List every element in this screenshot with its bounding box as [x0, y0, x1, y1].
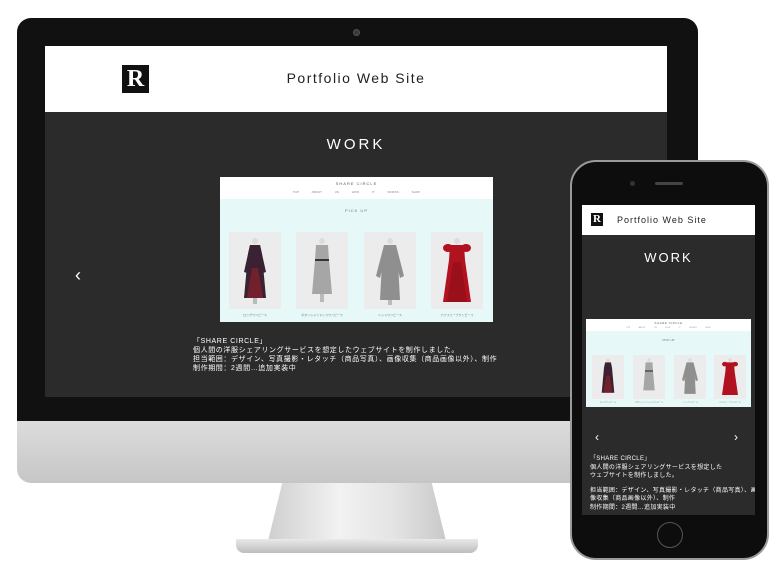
carousel-prev-icon[interactable]: ‹ — [75, 265, 81, 286]
thumbnail-nav-item: ABOUT US — [311, 190, 339, 194]
thumbnail-nav-item: HOW IT WORKS — [351, 190, 399, 194]
mobile-description-scope: 担当範囲：デザイン、写真撮影・レタッチ（商品写真）、画 — [590, 487, 755, 494]
mobile-product-card — [674, 355, 706, 399]
mobile-carousel-next-icon[interactable]: › — [734, 430, 738, 444]
dress-icon — [312, 238, 332, 302]
description-summary: 個人間の洋服シェアリングサービスを想定したウェブサイトを制作しました。 — [193, 347, 459, 354]
mobile-description-summary-cont: ウェブサイトを制作しました。 — [590, 473, 679, 479]
phone-camera-icon — [630, 181, 635, 186]
work-description: 「SHARE CIRCLE」 個人間の洋服シェアリングサービスを想定したウェブサ… — [193, 337, 613, 373]
work-thumbnail[interactable]: SHARE CIRCLE TOP ABOUT US HOW IT WORKS S… — [220, 177, 493, 322]
description-period: 制作期間：2週間…追加実装中 — [193, 365, 297, 372]
product-caption: パフスリーブワンピース — [440, 313, 474, 317]
phone-speaker — [655, 182, 683, 185]
description-scope: 担当範囲：デザイン、写真撮影・レタッチ（商品写真）、画像収集（商品画像以外）、制… — [193, 356, 498, 363]
mobile-product-caption: ボタンシャツドレスワンピース — [635, 402, 663, 404]
dress-icon — [244, 238, 266, 304]
mobile-thumbnail-brand: SHARE CIRCLE — [654, 321, 683, 325]
dress-icon — [443, 238, 471, 302]
mobile-thumbnail-nav-item: HOW IT WORKS — [665, 327, 697, 329]
site-title: Portfolio Web Site — [286, 70, 426, 86]
mobile-work-thumbnail[interactable]: SHARE CIRCLE TOP ABOUT US HOW IT WORKS S… — [586, 319, 751, 407]
thumbnail-nav-item: TOP — [292, 190, 299, 194]
dress-icon — [376, 238, 404, 305]
desktop-monitor-base — [236, 539, 478, 553]
dress-icon — [682, 358, 698, 394]
product-card — [296, 232, 348, 309]
product-caption: ニットワンピース — [378, 313, 402, 317]
mobile-description-title: 「SHARE CIRCLE」 — [590, 456, 651, 462]
dress-icon — [722, 358, 738, 395]
mobile-product-caption: ニットワンピース — [682, 402, 698, 404]
thumbnail-nav: TOP ABOUT US HOW IT WORKS SHOP — [220, 190, 493, 194]
mobile-description-scope-cont: 像収集（商品画像以外）、制作 — [590, 496, 676, 502]
mobile-logo-icon[interactable]: R — [591, 213, 603, 226]
section-title: WORK — [326, 136, 386, 153]
mobile-carousel-prev-icon[interactable]: ‹ — [595, 430, 599, 444]
product-card — [364, 232, 416, 309]
webcam-icon — [353, 29, 360, 36]
mobile-product-caption: パフスリーブワンピース — [719, 402, 741, 404]
home-button-icon[interactable] — [657, 522, 683, 548]
dress-icon — [643, 358, 655, 391]
mobile-description-summary: 個人間の洋服シェアリングサービスを想定した — [590, 464, 723, 471]
mobile-work-description: 「SHARE CIRCLE」 個人間の洋服シェアリングサービスを想定した ウェブ… — [590, 455, 755, 512]
mobile-product-card — [633, 355, 665, 399]
mobile-product-card — [592, 355, 624, 399]
mobile-description-period: 制作期間：2週間…追加実装中 — [590, 504, 676, 511]
product-card — [229, 232, 281, 309]
thumbnail-nav-item: SHOP — [411, 190, 421, 194]
mobile-thumbnail-body: PICK UP ロングワンピース ボタンシャツドレスワンピース ニットワンピース… — [586, 331, 751, 407]
mobile-thumbnail-pickup-label: PICK UP — [662, 338, 675, 342]
mobile-section-title: WORK — [644, 250, 693, 265]
mobile-screen: R Portfolio Web Site WORK SHARE CIRCLE T… — [582, 205, 755, 515]
mobile-thumbnail-nav-item: ABOUT US — [638, 327, 657, 329]
description-title: 「SHARE CIRCLE」 — [193, 338, 268, 345]
mobile-product-caption: ロングワンピース — [600, 402, 616, 404]
thumbnail-body: PICK UP ロングワンピース ボタンシャツドレスワンピース ニットワンピース… — [220, 199, 493, 322]
thumbnail-brand: SHARE CIRCLE — [335, 181, 378, 186]
desktop-monitor-stand — [268, 483, 446, 541]
product-caption: ロングワンピース — [243, 313, 267, 317]
mobile-site-header: R Portfolio Web Site — [582, 205, 755, 235]
dress-icon — [601, 358, 615, 393]
thumbnail-pickup-label: PICK UP — [344, 208, 368, 213]
product-card — [431, 232, 483, 309]
mobile-thumbnail-nav: TOP ABOUT US HOW IT WORKS SHOP — [586, 327, 751, 329]
mobile-site-title: Portfolio Web Site — [617, 215, 707, 225]
mobile-product-card — [714, 355, 746, 399]
thumbnail-header: SHARE CIRCLE TOP ABOUT US HOW IT WORKS S… — [220, 177, 493, 199]
site-header: R Portfolio Web Site — [45, 46, 667, 112]
mobile-thumbnail-nav-item: SHOP — [705, 327, 711, 329]
product-caption: ボタンシャツドレスワンピース — [301, 313, 343, 317]
mobile-thumbnail-nav-item: TOP — [626, 327, 631, 329]
